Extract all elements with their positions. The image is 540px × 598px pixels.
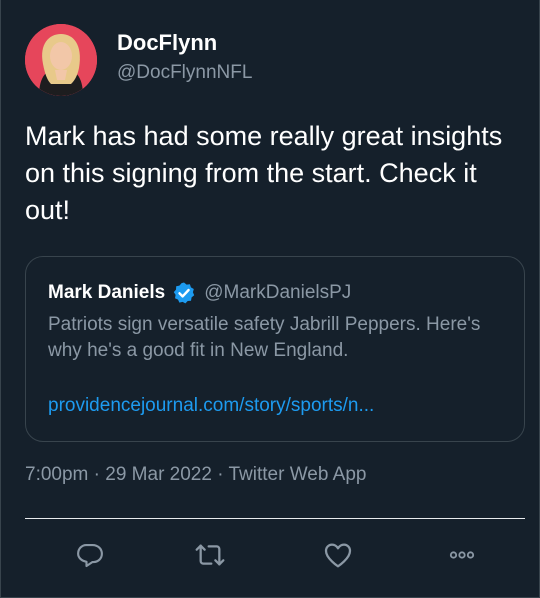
verified-badge-icon — [172, 281, 196, 305]
retweet-button[interactable] — [193, 538, 227, 572]
avatar[interactable] — [25, 24, 97, 96]
reply-icon — [77, 543, 103, 568]
author-handle[interactable]: @DocFlynnNFL — [117, 62, 252, 84]
quoted-author-name: Mark Daniels — [48, 282, 166, 303]
more-icon — [449, 551, 475, 559]
avatar-photo-icon — [25, 24, 97, 96]
quoted-tweet-link[interactable]: providencejournal.com/story/sports/n... — [48, 395, 508, 417]
quoted-tweet-header: Mark Daniels @MarkDanielsPJ — [48, 281, 351, 305]
reply-button[interactable] — [73, 538, 107, 572]
author-display-name[interactable]: DocFlynn — [117, 30, 217, 56]
tweet-actions — [1, 530, 540, 580]
quoted-tweet[interactable]: Mark Daniels @MarkDanielsPJ Patriots sig… — [25, 256, 525, 442]
quoted-author-handle: @MarkDanielsPJ — [204, 282, 352, 303]
like-icon — [324, 543, 352, 568]
retweet-icon — [195, 544, 225, 566]
divider — [25, 518, 525, 519]
quoted-tweet-text: Patriots sign versatile safety Jabrill P… — [48, 314, 481, 361]
like-button[interactable] — [321, 538, 355, 572]
tweet-timestamp-source[interactable]: 7:00pm · 29 Mar 2022 · Twitter Web App — [25, 464, 366, 486]
tweet-card: DocFlynn @DocFlynnNFL Mark has had some … — [0, 0, 540, 598]
tweet-text: Mark has had some really great insights … — [25, 121, 503, 225]
more-button[interactable] — [445, 538, 479, 572]
